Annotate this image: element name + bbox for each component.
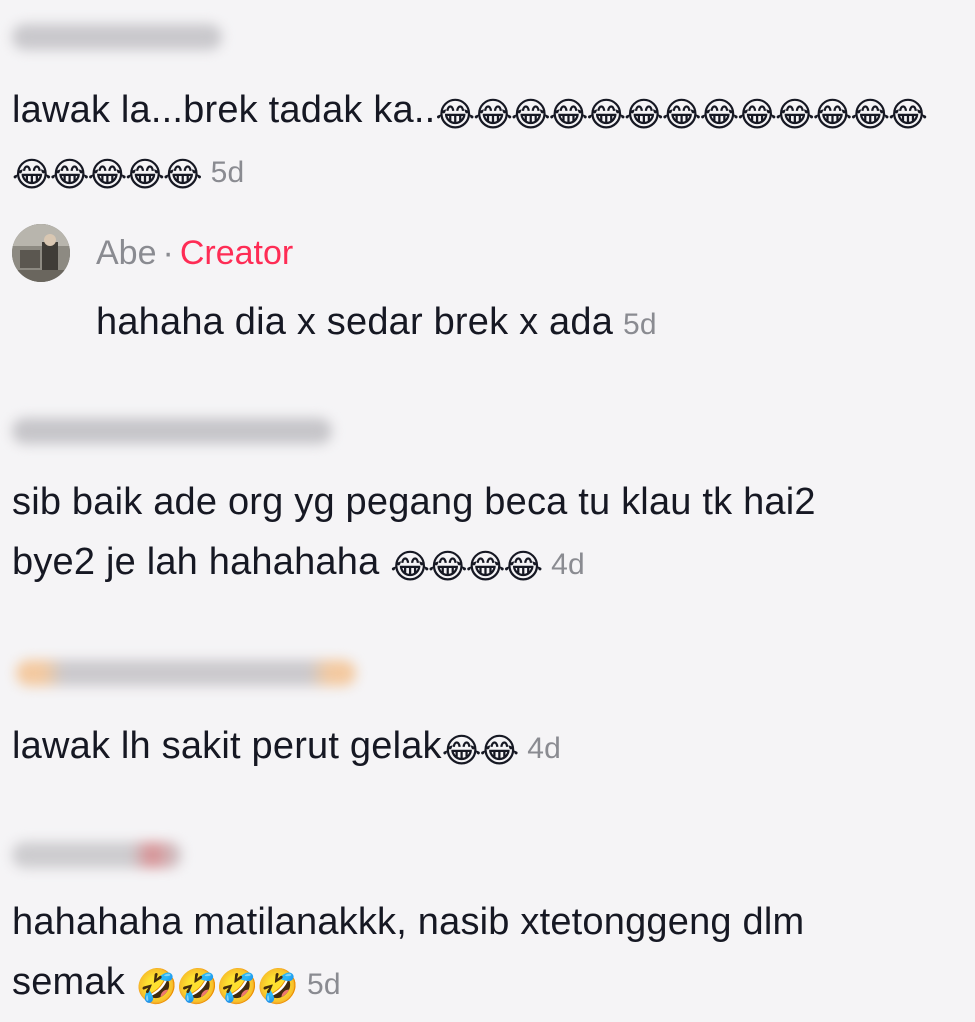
avatar-image-icon [12,224,70,282]
avatar[interactable] [12,224,70,282]
comment-text: lawak la...brek tadak ka..😂😂😂😂😂😂😂😂😂😂😂😂😂😂… [12,80,963,203]
comment-time: 5d [210,156,245,189]
comment-item: lawak la...brek tadak ka..😂😂😂😂😂😂😂😂😂😂😂😂😂😂… [12,80,963,203]
reply-time: 5d [623,308,657,341]
comment-text: hahahaha matilanakkk, nasib xtetonggeng … [12,892,892,1015]
reply-header: Abe · Creator [96,234,293,273]
comment-time: 4d [527,732,561,765]
rolling-laughing-emoji: 🤣🤣🤣🤣 [135,968,299,1006]
comment-body: hahahaha matilanakkk, nasib xtetonggeng … [12,901,805,1003]
separator-dot: · [162,234,174,272]
comment-body: lawak la...brek tadak ka.. [12,89,436,131]
tears-of-joy-emoji: 😂😂😂😂 [390,548,543,586]
blurred-username[interactable] [12,24,222,50]
comment-body: lawak lh sakit perut gelak [12,725,442,767]
reply-item: hahaha dia x sedar brek x ada 5d [96,292,963,355]
blurred-username[interactable] [12,418,332,444]
reply-text: hahaha dia x sedar brek x ada 5d [96,292,963,355]
comment-item: lawak lh sakit perut gelak😂😂 4d [12,716,963,779]
blurred-username[interactable] [12,842,182,868]
tears-of-joy-emoji: 😂😂 [441,732,519,770]
comment-text: lawak lh sakit perut gelak😂😂 4d [12,716,963,779]
comment-text: sib baik ade org yg pegang beca tu klau … [12,472,872,595]
comment-item: hahahaha matilanakkk, nasib xtetonggeng … [12,892,963,1015]
comment-item: sib baik ade org yg pegang beca tu klau … [12,472,963,595]
creator-badge: Creator [179,234,294,272]
comment-time: 4d [551,548,585,581]
reply-username[interactable]: Abe [96,234,157,272]
reply-body: hahaha dia x sedar brek x ada [96,301,614,343]
blurred-username[interactable] [16,660,356,686]
comment-time: 5d [307,968,341,1001]
